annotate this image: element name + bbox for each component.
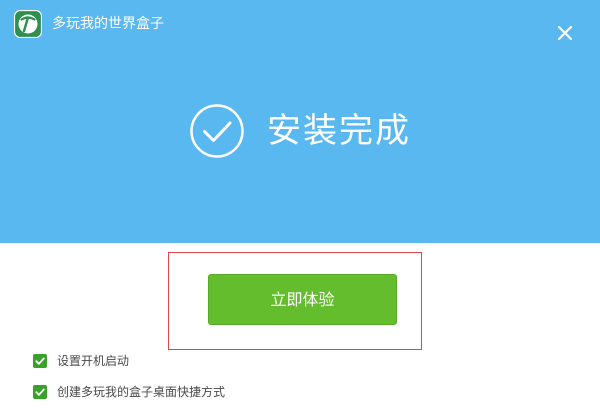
status-text: 安装完成: [267, 111, 411, 151]
startup-option-label: 设置开机启动: [57, 354, 130, 368]
checkmark-icon: [35, 357, 45, 365]
startup-checkbox[interactable]: [33, 354, 47, 368]
header-banner: 多玩我的世界盒子 安装完成: [0, 0, 600, 243]
shortcut-option[interactable]: 创建多玩我的盒子桌面快捷方式: [33, 382, 225, 402]
checkmark-icon: [35, 388, 45, 396]
install-status: 安装完成: [0, 100, 600, 162]
shortcut-checkbox[interactable]: [33, 385, 47, 399]
check-circle-icon: [190, 104, 244, 158]
close-icon[interactable]: [552, 20, 578, 46]
startup-option[interactable]: 设置开机启动: [33, 351, 129, 371]
pickaxe-icon: [14, 10, 42, 38]
experience-now-button[interactable]: 立即体验: [208, 274, 397, 325]
window-title: 多玩我的世界盒子: [52, 16, 164, 32]
shortcut-option-label: 创建多玩我的盒子桌面快捷方式: [57, 385, 226, 399]
installer-window: 多玩我的世界盒子 安装完成 立即体验 设置开机启动 创建多玩我的盒子桌面快捷方式: [0, 0, 600, 419]
